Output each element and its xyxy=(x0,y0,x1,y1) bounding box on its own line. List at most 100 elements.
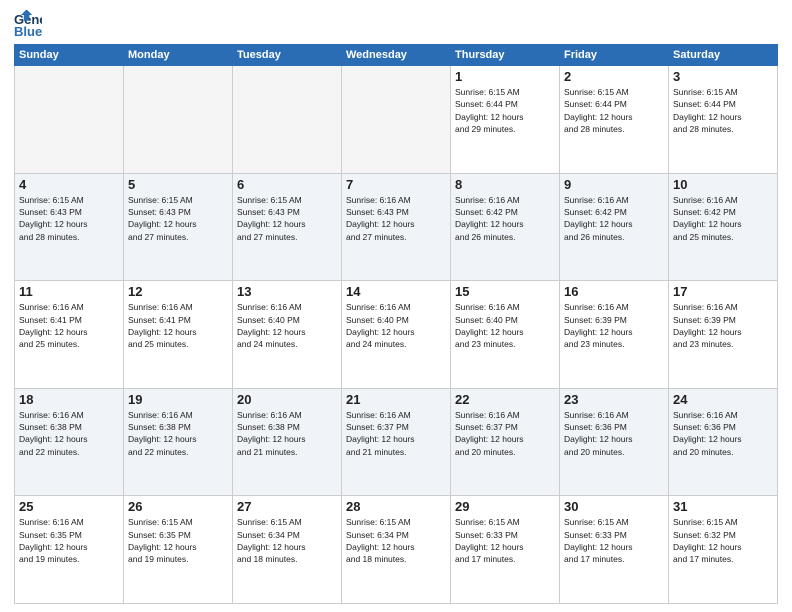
calendar-cell: 4 Sunrise: 6:15 AM Sunset: 6:43 PM Daylig… xyxy=(15,173,124,281)
day-info: Sunrise: 6:16 AM Sunset: 6:43 PM Dayligh… xyxy=(346,194,446,243)
calendar-cell: 27 Sunrise: 6:15 AM Sunset: 6:34 PM Dayli… xyxy=(233,496,342,604)
day-info: Sunrise: 6:15 AM Sunset: 6:35 PM Dayligh… xyxy=(128,516,228,565)
calendar-cell: 23 Sunrise: 6:16 AM Sunset: 6:36 PM Dayli… xyxy=(560,388,669,496)
calendar-cell xyxy=(124,66,233,174)
day-info: Sunrise: 6:16 AM Sunset: 6:37 PM Dayligh… xyxy=(346,409,446,458)
day-number: 9 xyxy=(564,177,664,192)
day-number: 31 xyxy=(673,499,773,514)
day-number: 19 xyxy=(128,392,228,407)
calendar-table: SundayMondayTuesdayWednesdayThursdayFrid… xyxy=(14,44,778,604)
day-info: Sunrise: 6:16 AM Sunset: 6:36 PM Dayligh… xyxy=(564,409,664,458)
day-number: 13 xyxy=(237,284,337,299)
day-info: Sunrise: 6:15 AM Sunset: 6:44 PM Dayligh… xyxy=(564,86,664,135)
calendar-week-3: 11 Sunrise: 6:16 AM Sunset: 6:41 PM Dayli… xyxy=(15,281,778,389)
calendar-cell: 21 Sunrise: 6:16 AM Sunset: 6:37 PM Dayli… xyxy=(342,388,451,496)
day-number: 10 xyxy=(673,177,773,192)
day-info: Sunrise: 6:15 AM Sunset: 6:43 PM Dayligh… xyxy=(19,194,119,243)
day-info: Sunrise: 6:16 AM Sunset: 6:41 PM Dayligh… xyxy=(128,301,228,350)
day-info: Sunrise: 6:16 AM Sunset: 6:40 PM Dayligh… xyxy=(346,301,446,350)
day-number: 7 xyxy=(346,177,446,192)
day-info: Sunrise: 6:15 AM Sunset: 6:34 PM Dayligh… xyxy=(237,516,337,565)
calendar-cell: 19Sunrise: 6:16 AM Sunset: 6:38 PM Dayli… xyxy=(124,388,233,496)
calendar-cell: 1Sunrise: 6:15 AM Sunset: 6:44 PM Daylig… xyxy=(451,66,560,174)
day-number: 23 xyxy=(564,392,664,407)
day-info: Sunrise: 6:15 AM Sunset: 6:33 PM Dayligh… xyxy=(455,516,555,565)
day-info: Sunrise: 6:16 AM Sunset: 6:38 PM Dayligh… xyxy=(19,409,119,458)
day-number: 14 xyxy=(346,284,446,299)
day-info: Sunrise: 6:16 AM Sunset: 6:40 PM Dayligh… xyxy=(237,301,337,350)
day-number: 1 xyxy=(455,69,555,84)
day-number: 18 xyxy=(19,392,119,407)
weekday-header-friday: Friday xyxy=(560,45,669,66)
day-number: 27 xyxy=(237,499,337,514)
calendar-week-5: 25Sunrise: 6:16 AM Sunset: 6:35 PM Dayli… xyxy=(15,496,778,604)
day-info: Sunrise: 6:16 AM Sunset: 6:39 PM Dayligh… xyxy=(564,301,664,350)
calendar-cell: 26 Sunrise: 6:15 AM Sunset: 6:35 PM Dayli… xyxy=(124,496,233,604)
day-info: Sunrise: 6:15 AM Sunset: 6:44 PM Dayligh… xyxy=(673,86,773,135)
day-number: 26 xyxy=(128,499,228,514)
day-info: Sunrise: 6:16 AM Sunset: 6:42 PM Dayligh… xyxy=(673,194,773,243)
calendar-cell: 30Sunrise: 6:15 AM Sunset: 6:33 PM Dayli… xyxy=(560,496,669,604)
calendar-cell: 31 Sunrise: 6:15 AM Sunset: 6:32 PM Dayli… xyxy=(669,496,778,604)
day-info: Sunrise: 6:16 AM Sunset: 6:40 PM Dayligh… xyxy=(455,301,555,350)
day-number: 4 xyxy=(19,177,119,192)
day-number: 11 xyxy=(19,284,119,299)
day-info: Sunrise: 6:15 AM Sunset: 6:33 PM Dayligh… xyxy=(564,516,664,565)
day-number: 6 xyxy=(237,177,337,192)
calendar-cell: 9 Sunrise: 6:16 AM Sunset: 6:42 PM Daylig… xyxy=(560,173,669,281)
calendar-cell: 3 Sunrise: 6:15 AM Sunset: 6:44 PM Daylig… xyxy=(669,66,778,174)
calendar-week-1: 1 Sunrise: 6:15 AM Sunset: 6:44 PM Daylig… xyxy=(15,66,778,174)
calendar-week-2: 4 Sunrise: 6:15 AM Sunset: 6:43 PM Daylig… xyxy=(15,173,778,281)
day-number: 24 xyxy=(673,392,773,407)
calendar-cell xyxy=(342,66,451,174)
weekday-header-monday: Monday xyxy=(124,45,233,66)
day-info: Sunrise: 6:16 AM Sunset: 6:37 PM Dayligh… xyxy=(455,409,555,458)
calendar-cell: 20Sunrise: 6:16 AM Sunset: 6:38 PM Dayli… xyxy=(233,388,342,496)
calendar-cell: 28Sunrise: 6:15 AM Sunset: 6:34 PM Dayli… xyxy=(342,496,451,604)
logo: General Blue xyxy=(14,10,44,38)
day-info: Sunrise: 6:16 AM Sunset: 6:38 PM Dayligh… xyxy=(237,409,337,458)
calendar-cell: 5 Sunrise: 6:15 AM Sunset: 6:43 PM Daylig… xyxy=(124,173,233,281)
calendar-cell: 22 Sunrise: 6:16 AM Sunset: 6:37 PM Dayli… xyxy=(451,388,560,496)
day-info: Sunrise: 6:15 AM Sunset: 6:32 PM Dayligh… xyxy=(673,516,773,565)
day-number: 15 xyxy=(455,284,555,299)
calendar-cell: 11 Sunrise: 6:16 AM Sunset: 6:41 PM Dayli… xyxy=(15,281,124,389)
day-number: 8 xyxy=(455,177,555,192)
calendar-cell: 18 Sunrise: 6:16 AM Sunset: 6:38 PM Dayli… xyxy=(15,388,124,496)
calendar-cell: 25Sunrise: 6:16 AM Sunset: 6:35 PM Dayli… xyxy=(15,496,124,604)
day-number: 22 xyxy=(455,392,555,407)
day-number: 2 xyxy=(564,69,664,84)
day-number: 17 xyxy=(673,284,773,299)
page: General Blue SundayMondayTuesdayWednesda… xyxy=(0,0,792,612)
calendar-cell: 24 Sunrise: 6:16 AM Sunset: 6:36 PM Dayli… xyxy=(669,388,778,496)
day-info: Sunrise: 6:15 AM Sunset: 6:34 PM Dayligh… xyxy=(346,516,446,565)
calendar-cell: 17 Sunrise: 6:16 AM Sunset: 6:39 PM Dayli… xyxy=(669,281,778,389)
day-info: Sunrise: 6:16 AM Sunset: 6:35 PM Dayligh… xyxy=(19,516,119,565)
calendar-cell: 8 Sunrise: 6:16 AM Sunset: 6:42 PM Daylig… xyxy=(451,173,560,281)
calendar-cell xyxy=(233,66,342,174)
day-number: 16 xyxy=(564,284,664,299)
logo-icon: General Blue xyxy=(14,10,42,38)
day-number: 21 xyxy=(346,392,446,407)
calendar-cell: 29Sunrise: 6:15 AM Sunset: 6:33 PM Dayli… xyxy=(451,496,560,604)
day-info: Sunrise: 6:16 AM Sunset: 6:39 PM Dayligh… xyxy=(673,301,773,350)
day-info: Sunrise: 6:15 AM Sunset: 6:43 PM Dayligh… xyxy=(128,194,228,243)
weekday-header-thursday: Thursday xyxy=(451,45,560,66)
day-info: Sunrise: 6:15 AM Sunset: 6:43 PM Dayligh… xyxy=(237,194,337,243)
calendar-cell xyxy=(15,66,124,174)
day-info: Sunrise: 6:16 AM Sunset: 6:36 PM Dayligh… xyxy=(673,409,773,458)
day-number: 5 xyxy=(128,177,228,192)
day-info: Sunrise: 6:16 AM Sunset: 6:41 PM Dayligh… xyxy=(19,301,119,350)
calendar-cell: 10 Sunrise: 6:16 AM Sunset: 6:42 PM Dayli… xyxy=(669,173,778,281)
weekday-header-sunday: Sunday xyxy=(15,45,124,66)
calendar-cell: 14 Sunrise: 6:16 AM Sunset: 6:40 PM Dayli… xyxy=(342,281,451,389)
calendar-week-4: 18 Sunrise: 6:16 AM Sunset: 6:38 PM Dayli… xyxy=(15,388,778,496)
day-number: 12 xyxy=(128,284,228,299)
day-number: 3 xyxy=(673,69,773,84)
weekday-header-wednesday: Wednesday xyxy=(342,45,451,66)
calendar-cell: 16 Sunrise: 6:16 AM Sunset: 6:39 PM Dayli… xyxy=(560,281,669,389)
day-info: Sunrise: 6:16 AM Sunset: 6:42 PM Dayligh… xyxy=(455,194,555,243)
calendar-cell: 2 Sunrise: 6:15 AM Sunset: 6:44 PM Daylig… xyxy=(560,66,669,174)
calendar-cell: 15 Sunrise: 6:16 AM Sunset: 6:40 PM Dayli… xyxy=(451,281,560,389)
day-info: Sunrise: 6:16 AM Sunset: 6:42 PM Dayligh… xyxy=(564,194,664,243)
